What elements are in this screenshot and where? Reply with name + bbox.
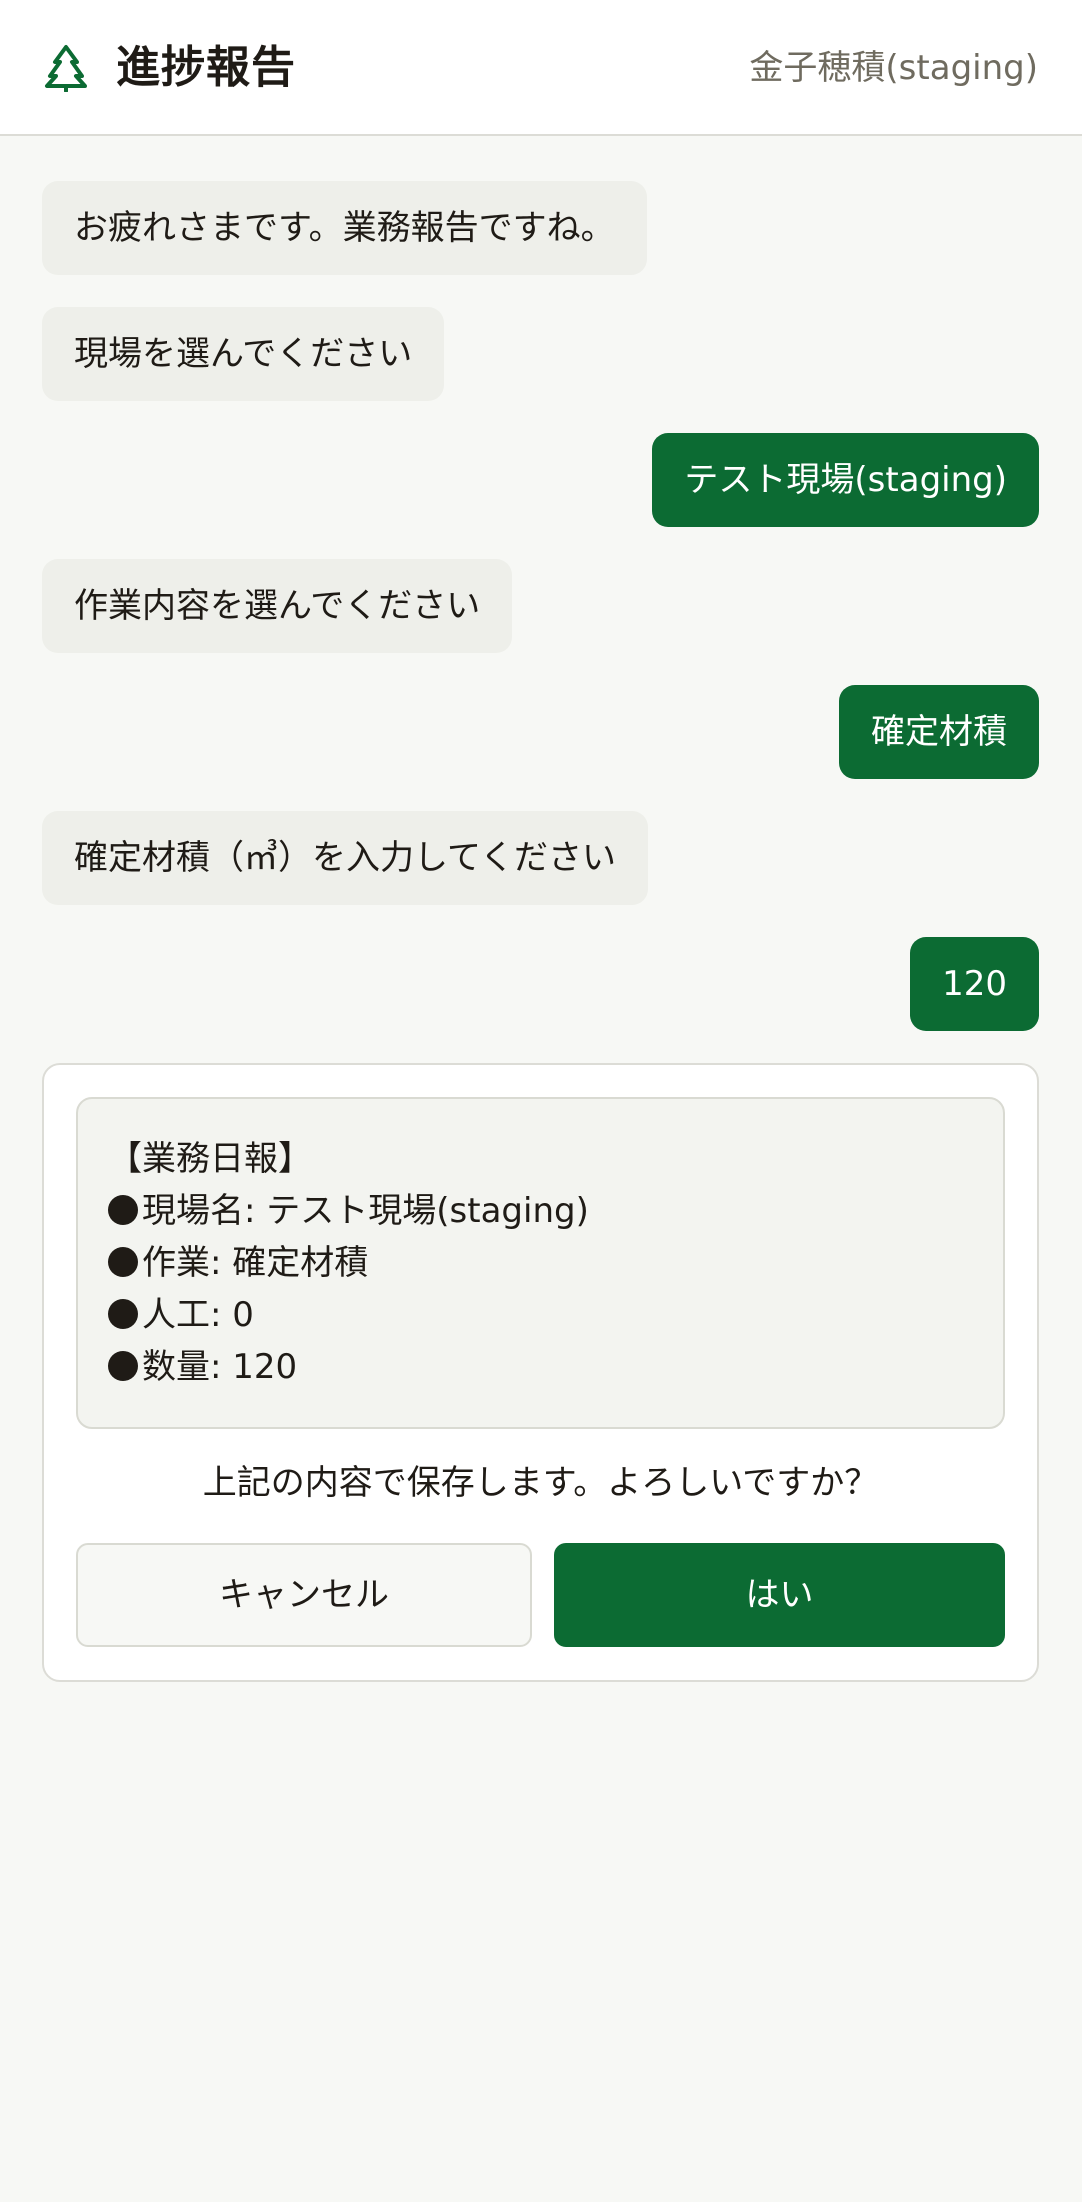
tree-icon [44,44,88,93]
cancel-button[interactable]: キャンセル [76,1543,532,1647]
bullet-icon [108,1195,138,1225]
app-header: 進捗報告 金子穂積(staging) [0,0,1082,136]
user-message: 確定材積 [839,685,1039,779]
confirmation-card: 【業務日報】 現場名: テスト現場(staging) 作業: 確定材積 人工: … [42,1063,1039,1682]
bullet-icon [108,1299,138,1329]
bot-message: お疲れさまです。業務報告ですね。 [42,181,647,275]
summary-label: 現場名 [142,1191,244,1231]
summary-line-manpower: 人工: 0 [108,1289,973,1341]
summary-value: 0 [232,1295,254,1335]
bullet-icon [108,1247,138,1277]
bot-message: 現場を選んでください [42,307,445,401]
summary-label: 数量 [142,1347,210,1387]
summary-label: 作業 [142,1243,210,1283]
summary-value: 確定材積 [232,1243,369,1283]
page-title: 進捗報告 [116,42,296,93]
bullet-icon [108,1351,138,1381]
summary-label: 人工 [142,1295,210,1335]
user-message: 120 [910,937,1039,1031]
summary-line-quantity: 数量: 120 [108,1341,973,1393]
bot-message: 確定材積（㎥）を入力してください [42,811,648,905]
summary-value: 120 [232,1347,298,1387]
user-message: テスト現場(staging) [652,433,1039,527]
summary-line-site: 現場名: テスト現場(staging) [108,1185,973,1237]
bot-message: 作業内容を選んでください [42,559,513,653]
confirm-yes-button[interactable]: はい [554,1543,1005,1647]
confirm-question: 上記の内容で保存します。よろしいですか？ [202,1463,879,1503]
summary-value: テスト現場(staging) [266,1191,589,1231]
report-summary: 【業務日報】 現場名: テスト現場(staging) 作業: 確定材積 人工: … [76,1097,1005,1429]
summary-line-task: 作業: 確定材積 [108,1237,973,1289]
user-name: 金子穂積(staging) [749,48,1038,88]
summary-heading: 【業務日報】 [108,1139,312,1179]
